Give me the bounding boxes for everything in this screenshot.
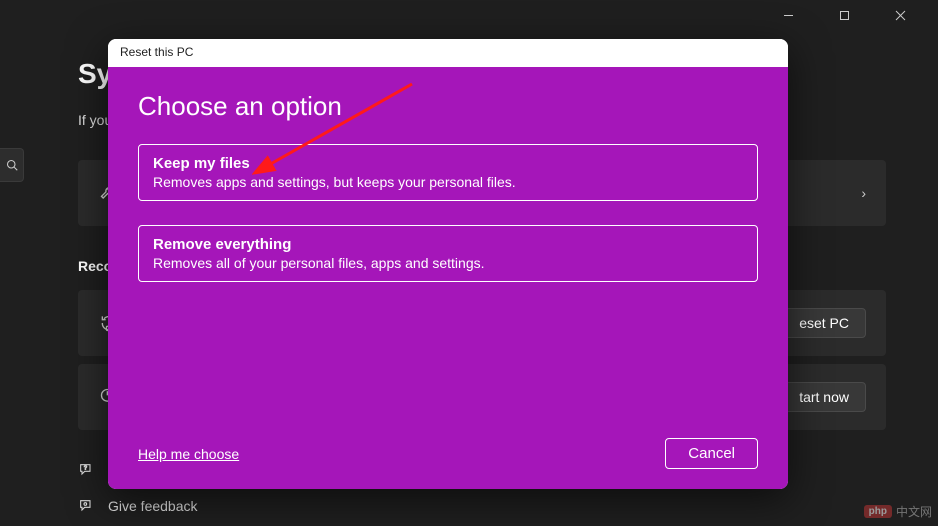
close-icon [895, 10, 906, 21]
restart-now-button[interactable]: tart now [782, 382, 866, 412]
option-desc: Removes all of your personal files, apps… [153, 255, 743, 271]
watermark-text: 中文网 [896, 503, 932, 520]
search-icon [6, 159, 18, 171]
give-feedback-label: Give feedback [108, 498, 198, 514]
dialog-title: Reset this PC [108, 39, 788, 67]
close-button[interactable] [882, 0, 918, 30]
option-title: Remove everything [153, 236, 743, 253]
reset-pc-button[interactable]: eset PC [782, 308, 866, 338]
chevron-right-icon: › [861, 185, 866, 201]
dialog-footer: Help me choose Cancel [138, 438, 758, 469]
search-input[interactable] [0, 148, 24, 182]
watermark: php 中文网 [864, 503, 932, 520]
watermark-badge: php [864, 505, 892, 518]
help-chat-icon: ? [78, 462, 94, 478]
maximize-icon [839, 10, 850, 21]
minimize-icon [783, 10, 794, 21]
give-feedback-link[interactable]: Give feedback [78, 498, 198, 514]
option-desc: Removes apps and settings, but keeps you… [153, 174, 743, 190]
window-titlebar [770, 0, 938, 30]
option-title: Keep my files [153, 155, 743, 172]
maximize-button[interactable] [826, 0, 862, 30]
dialog-heading: Choose an option [138, 91, 758, 122]
cancel-button[interactable]: Cancel [665, 438, 758, 469]
option-remove-everything[interactable]: Remove everything Removes all of your pe… [138, 225, 758, 282]
help-me-choose-link[interactable]: Help me choose [138, 446, 239, 462]
svg-text:?: ? [84, 465, 87, 471]
reset-pc-dialog: Reset this PC Choose an option Keep my f… [108, 39, 788, 489]
feedback-icon [78, 498, 94, 514]
option-keep-my-files[interactable]: Keep my files Removes apps and settings,… [138, 144, 758, 201]
dialog-body: Choose an option Keep my files Removes a… [108, 67, 788, 489]
minimize-button[interactable] [770, 0, 806, 30]
